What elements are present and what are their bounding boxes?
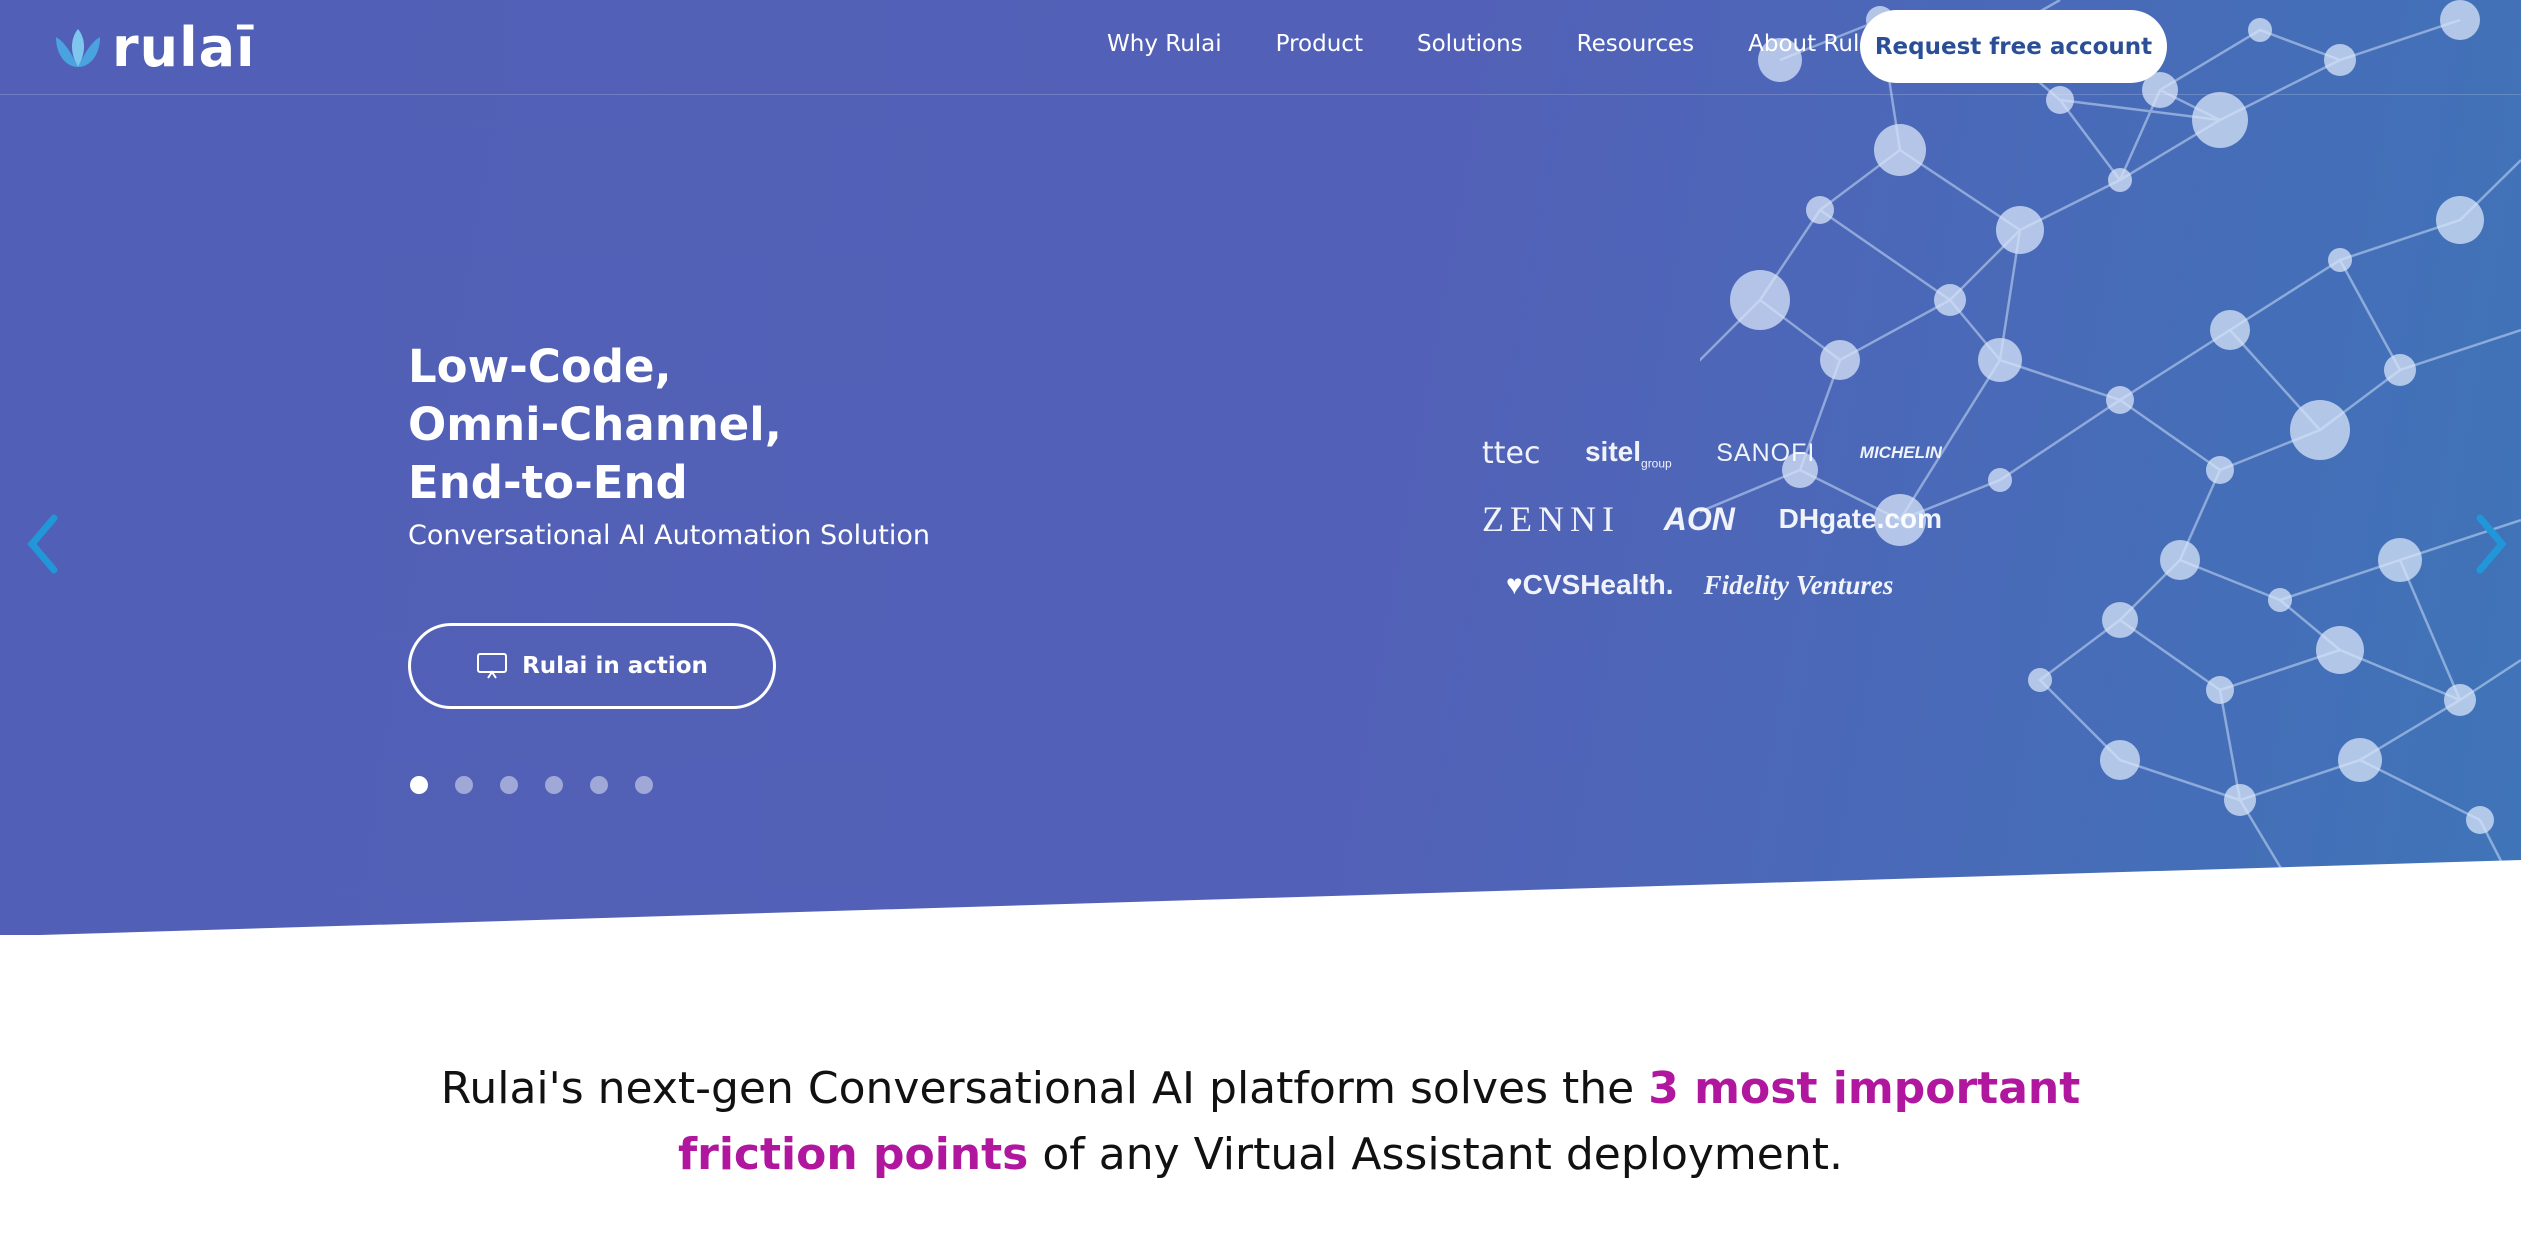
request-free-account-button[interactable]: Request free account — [1860, 10, 2167, 83]
cvs-health-name: CVSHealth. — [1522, 569, 1674, 600]
carousel-dot[interactable] — [410, 776, 428, 794]
nav-resources[interactable]: Resources — [1577, 26, 1694, 62]
lotus-logo-icon — [56, 29, 100, 67]
tagline-text: Rulai's next-gen Conversational AI platf… — [440, 1063, 1649, 1114]
logo-row: ZENNI AON DHgate.com — [1482, 486, 1942, 552]
client-logos: ttec sitelgroup SANOFI MICHELIN ZENNI AO… — [1482, 420, 1942, 618]
sitel-sub: group — [1641, 456, 1672, 471]
carousel-dot[interactable] — [500, 776, 518, 794]
headline-line: End-to-End — [408, 456, 688, 509]
main-nav: Why Rulai Product Solutions Resources Ab… — [1107, 26, 1934, 62]
tagline-highlight: 3 most important — [1648, 1063, 2081, 1114]
carousel-dot[interactable] — [545, 776, 563, 794]
hero-headline: Low-Code, Omni-Channel, End-to-End — [408, 338, 782, 512]
aon-logo: AON — [1663, 500, 1735, 537]
sitel-logo: sitelgroup — [1585, 436, 1672, 471]
sitel-name: sitel — [1584, 435, 1642, 467]
carousel-dot[interactable] — [455, 776, 473, 794]
heart-icon: ♥ — [1506, 569, 1523, 600]
sanofi-logo: SANOFI — [1716, 438, 1816, 467]
ttec-logo: ttec — [1482, 435, 1541, 471]
michelin-logo: MICHELIN — [1859, 443, 1942, 462]
tagline: Rulai's next-gen Conversational AI platf… — [0, 1056, 2521, 1188]
tagline-text: of any Virtual Assistant deployment. — [1028, 1129, 1843, 1180]
carousel-dots — [410, 776, 653, 794]
logo-row: ttec sitelgroup SANOFI MICHELIN — [1482, 420, 1942, 486]
tagline-highlight: friction points — [678, 1129, 1029, 1180]
headline-line: Omni-Channel, — [408, 398, 782, 451]
hero-section: rulaī Why Rulai Product Solutions Resour… — [0, 0, 2521, 935]
action-label: Rulai in action — [522, 653, 708, 679]
carousel-dot[interactable] — [635, 776, 653, 794]
chevron-left-icon[interactable] — [22, 512, 62, 576]
logo-text: rulaī — [112, 16, 256, 79]
nav-solutions[interactable]: Solutions — [1417, 26, 1523, 62]
hero-subhead: Conversational AI Automation Solution — [408, 520, 930, 551]
dhgate-logo: DHgate.com — [1778, 503, 1942, 534]
logo-row: ♥CVSHealth. Fidelity Ventures — [1482, 552, 1942, 618]
fidelity-ventures-logo: Fidelity Ventures — [1703, 569, 1894, 600]
headline-line: Low-Code, — [408, 340, 672, 393]
nav-product[interactable]: Product — [1276, 26, 1363, 62]
rulai-logo[interactable]: rulaī — [52, 20, 256, 76]
nav-why-rulai[interactable]: Why Rulai — [1107, 26, 1222, 62]
site-header: rulaī Why Rulai Product Solutions Resour… — [0, 0, 2521, 95]
zenni-logo: ZENNI — [1482, 499, 1620, 539]
presentation-icon — [477, 653, 508, 679]
rulai-in-action-button[interactable]: Rulai in action — [408, 623, 776, 709]
chevron-right-icon[interactable] — [2472, 512, 2512, 576]
cvs-health-logo: ♥CVSHealth. — [1506, 569, 1674, 601]
carousel-dot[interactable] — [590, 776, 608, 794]
